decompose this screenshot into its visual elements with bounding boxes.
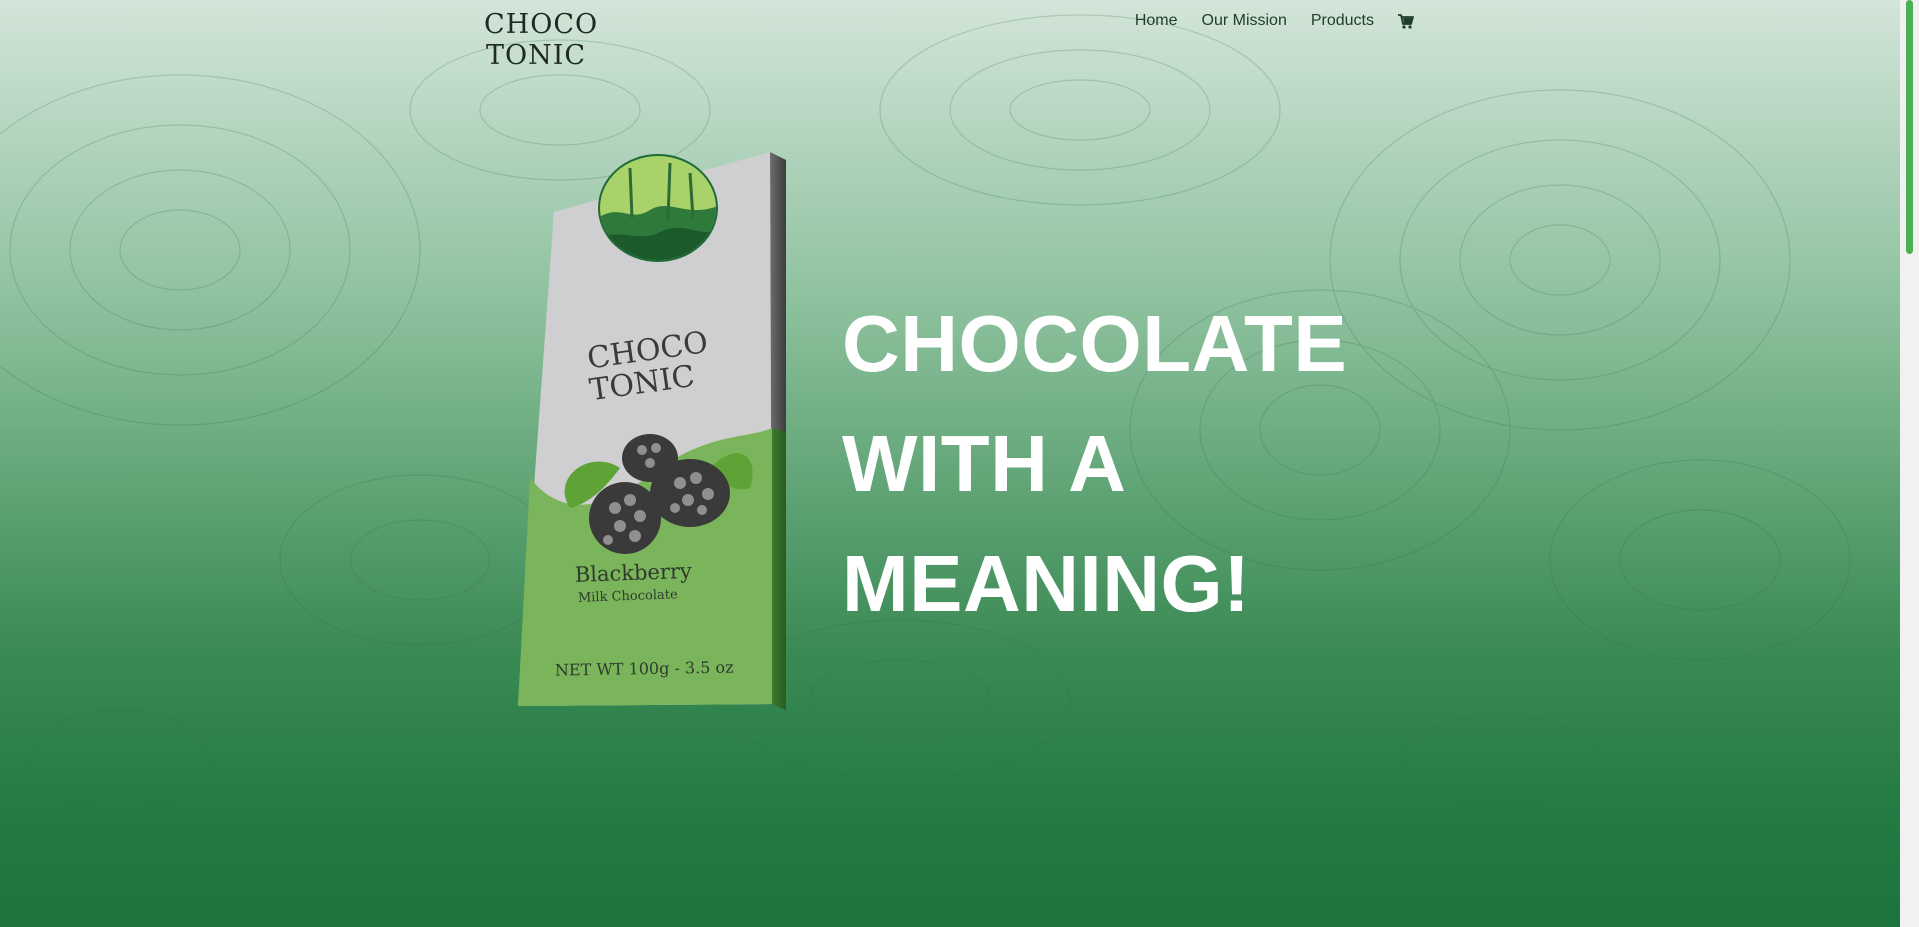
hero-title-line-2: WITH A xyxy=(842,418,1127,508)
hero-title-line-3: MEANING! xyxy=(842,538,1251,628)
main-nav: Home Our Mission Products xyxy=(1135,12,1414,30)
cart-icon[interactable] xyxy=(1398,13,1414,29)
nav-products[interactable]: Products xyxy=(1311,12,1374,30)
site-header: CHOCO TONIC Home Our Mission Products xyxy=(0,0,1900,70)
hero-title: CHOCOLATE WITH A MEANING! xyxy=(842,284,1402,644)
nav-home[interactable]: Home xyxy=(1135,12,1178,30)
vertical-scrollbar[interactable] xyxy=(1900,0,1919,927)
scrollbar-thumb[interactable] xyxy=(1906,0,1913,254)
chocolate-bar-image: CHOCO TONIC Blackberry Milk Chocolate NE… xyxy=(510,148,800,718)
svg-text:NET WT 100g - 3.5 oz: NET WT 100g - 3.5 oz xyxy=(555,658,734,680)
hero-title-line-1: CHOCOLATE xyxy=(842,298,1348,388)
nav-our-mission[interactable]: Our Mission xyxy=(1202,12,1287,30)
brand-logo[interactable]: CHOCO TONIC xyxy=(484,6,604,68)
svg-text:Blackberry: Blackberry xyxy=(574,559,692,587)
svg-text:TONIC: TONIC xyxy=(486,40,586,68)
svg-text:CHOCO: CHOCO xyxy=(484,9,598,40)
